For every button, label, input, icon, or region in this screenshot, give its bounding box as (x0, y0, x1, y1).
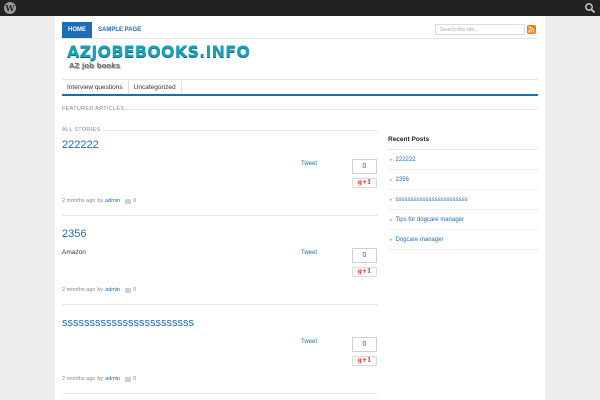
comment-count[interactable]: 0 (133, 376, 136, 382)
post-by: by (97, 287, 104, 293)
bullet-arrow-icon: ▸ (390, 217, 393, 223)
post-by: by (97, 198, 104, 204)
recent-post-link[interactable]: ▸ ssssssssssssssssssssssss (388, 190, 538, 210)
post-author[interactable]: admin (105, 198, 120, 204)
gplus-button[interactable]: g+1 (352, 267, 377, 277)
recent-post-label: ssssssssssssssssssssssss (395, 197, 468, 203)
gplus-button[interactable]: g+1 (352, 356, 377, 366)
comment-count[interactable]: 0 (133, 287, 136, 293)
site-logo[interactable]: AZJOBEBOOKS.INFO AZ job books (67, 42, 250, 74)
logo-subtitle: AZ job books (69, 62, 121, 70)
featured-articles-label: FEATURED ARTICLES (62, 106, 125, 112)
post-time: 2 months ago (62, 287, 96, 293)
all-stories-divider (103, 130, 378, 131)
nav-home[interactable]: HOME (62, 22, 92, 38)
post-divider (62, 304, 378, 305)
category-nav: Interview questions Uncategorized (62, 79, 538, 95)
all-stories-label: ALL STORIES (62, 127, 101, 133)
bullet-arrow-icon: ▸ (390, 157, 393, 163)
recent-post-label: 2356 (395, 177, 409, 183)
share-count: 0 (352, 159, 377, 174)
post-meta: 2 months ago by admin 0 (62, 287, 136, 293)
comment-icon (125, 376, 132, 382)
post-title[interactable]: 222222 (62, 139, 99, 151)
post-title[interactable]: ssssssssssssssssssssssss (62, 317, 194, 329)
gplus-button[interactable]: g+1 (352, 178, 377, 188)
post-author[interactable]: admin (105, 287, 120, 293)
wordpress-logo-icon[interactable]: W (4, 2, 16, 14)
recent-post-link[interactable]: ▸ Tips for dogcare manager (388, 210, 538, 230)
post-meta: 2 months ago by admin 0 (62, 376, 136, 382)
rss-glyph-icon (528, 26, 535, 33)
post-excerpt: Amazon (62, 249, 86, 256)
post-divider (62, 215, 378, 216)
page-container: HOME SAMPLE PAGE AZJOBEBOOKS.INFO AZ job… (55, 16, 545, 400)
tweet-button[interactable]: Tweet (301, 250, 317, 256)
bullet-arrow-icon: ▸ (390, 177, 393, 183)
tweet-button[interactable]: Tweet (301, 339, 317, 345)
post-by: by (97, 376, 104, 382)
comment-icon (125, 198, 132, 204)
cat-uncategorized[interactable]: Uncategorized (129, 80, 182, 95)
recent-post-label: Tips for dogcare manager (395, 217, 464, 223)
post-time: 2 months ago (62, 376, 96, 382)
search-input[interactable] (435, 24, 525, 35)
post-title[interactable]: 2356 (62, 228, 86, 240)
tweet-button[interactable]: Tweet (301, 161, 317, 167)
share-count: 0 (352, 248, 377, 263)
post-meta: 2 months ago by admin 0 (62, 198, 136, 204)
recent-post-label: 222222 (395, 157, 416, 163)
featured-divider (125, 109, 538, 110)
category-nav-underline (62, 94, 538, 96)
bullet-arrow-icon: ▸ (390, 197, 393, 203)
logo-title: AZJOBEBOOKS.INFO (67, 42, 251, 61)
cat-interview-questions[interactable]: Interview questions (62, 80, 129, 95)
admin-search-icon[interactable] (584, 1, 596, 15)
recent-posts-title: Recent Posts (388, 136, 430, 143)
bullet-arrow-icon: ▸ (390, 237, 393, 243)
share-count: 0 (352, 337, 377, 352)
recent-post-link[interactable]: ▸ Dogcare manager (388, 230, 538, 250)
top-nav: HOME SAMPLE PAGE (62, 22, 147, 38)
nav-sample-page[interactable]: SAMPLE PAGE (92, 22, 147, 38)
recent-post-link[interactable]: ▸ 2356 (388, 170, 538, 190)
comment-icon (125, 287, 132, 293)
comment-count[interactable]: 0 (133, 198, 136, 204)
recent-post-link[interactable]: ▸ 222222 (388, 150, 538, 170)
post-time: 2 months ago (62, 198, 96, 204)
recent-post-label: Dogcare manager (395, 237, 444, 243)
post-author[interactable]: admin (105, 376, 120, 382)
rss-icon[interactable] (527, 25, 536, 34)
top-nav-divider (62, 38, 538, 39)
post-divider (62, 393, 378, 394)
admin-bar: W (0, 0, 600, 16)
